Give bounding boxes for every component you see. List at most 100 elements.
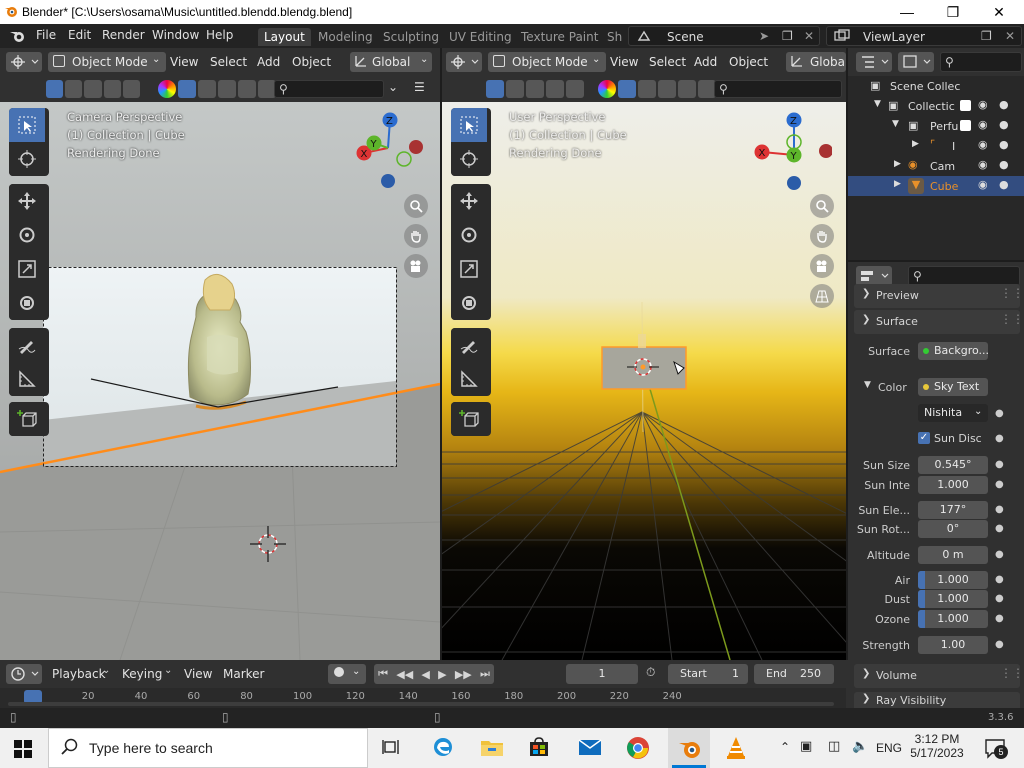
viewport-menu-add[interactable]: Add xyxy=(257,55,280,69)
select-extend-icon[interactable] xyxy=(506,80,524,98)
wireframe-shading-icon[interactable] xyxy=(618,80,636,98)
remove-view-layer-icon[interactable]: ✕ xyxy=(1005,29,1015,43)
scale-tool[interactable] xyxy=(451,252,487,286)
property-value-field[interactable]: 1.000 xyxy=(918,476,988,494)
chrome-icon[interactable] xyxy=(626,736,650,760)
viewport-menu-view[interactable]: View xyxy=(610,55,638,69)
outliner-search-field[interactable]: ⚲ xyxy=(940,52,1022,72)
keyframe-dot-icon[interactable]: ● xyxy=(995,479,1004,490)
select-invert-icon[interactable] xyxy=(103,80,121,98)
stopwatch-icon[interactable]: ⏱ xyxy=(646,665,655,680)
keyframe-dot-icon[interactable]: ● xyxy=(995,523,1004,534)
viewport-menu-view[interactable]: View xyxy=(170,55,198,69)
play-reverse-icon[interactable]: ◀ xyxy=(421,668,429,681)
editor-type-button[interactable] xyxy=(446,52,482,72)
close-window-button[interactable]: ✕ xyxy=(976,0,1022,24)
move-tool[interactable] xyxy=(451,184,487,218)
cursor-tool[interactable] xyxy=(9,142,45,176)
panel-preview[interactable]: ❯ Preview ⋮⋮ xyxy=(854,284,1024,308)
outliner-row-scene-collection[interactable]: ▣ Scene Collec xyxy=(848,76,1024,96)
blender-taskbar-button[interactable] xyxy=(668,728,710,768)
wireframe-shading-icon[interactable] xyxy=(178,80,196,98)
keyframe-dot-icon[interactable]: ● xyxy=(995,433,1004,444)
ortho-grid-icon[interactable] xyxy=(810,284,834,308)
property-value-field[interactable]: 0 m xyxy=(918,546,988,564)
keyframe-dot-icon[interactable]: ● xyxy=(995,504,1004,515)
property-value-field[interactable]: 1.000 xyxy=(918,610,988,628)
remove-scene-icon[interactable]: ✕ xyxy=(804,29,814,43)
panel-surface[interactable]: ❯ Surface ⋮⋮ xyxy=(854,310,1024,334)
volume-icon[interactable]: 🔈 xyxy=(852,739,868,754)
drag-handle-icon[interactable]: ⋮⋮ xyxy=(1000,666,1024,680)
tray-overflow-icon[interactable]: ⌃ xyxy=(780,740,790,754)
cursor-tool[interactable] xyxy=(451,142,487,176)
add-cube-tool[interactable] xyxy=(451,402,487,436)
timeline-editor-type-button[interactable] xyxy=(6,664,42,684)
outliner-editor-type-button[interactable] xyxy=(856,52,892,72)
timeline-menu-keying[interactable]: Keying xyxy=(122,667,162,681)
file-explorer-icon[interactable] xyxy=(480,736,504,758)
display-icon[interactable]: ◫ xyxy=(828,739,840,754)
property-value-field[interactable]: 177° xyxy=(918,501,988,519)
mode-dropdown[interactable]: Object Mode ⌄ xyxy=(48,52,166,72)
zoom-icon[interactable] xyxy=(810,194,834,218)
solid-shading-icon[interactable] xyxy=(638,80,656,98)
select-subtract-icon[interactable] xyxy=(84,80,102,98)
sky-type-dropdown[interactable]: Nishita ⌄ xyxy=(918,404,988,422)
play-icon[interactable]: ▶ xyxy=(438,668,446,681)
annotate-tool[interactable] xyxy=(9,328,45,362)
keyframe-dot-icon[interactable]: ● xyxy=(995,408,1004,419)
edge-browser-icon[interactable] xyxy=(432,736,454,758)
eye-icon[interactable]: ◉ xyxy=(978,178,988,191)
tab-uv-editing[interactable]: UV Editing xyxy=(443,28,518,46)
camera-render-icon[interactable]: ● xyxy=(999,118,1009,131)
viewport-menu-object[interactable]: Object xyxy=(729,55,768,69)
property-value-field[interactable]: 0° xyxy=(918,520,988,538)
scene-selector[interactable]: Scene ➤ ❐ ✕ xyxy=(628,26,820,46)
camera-view-icon[interactable] xyxy=(810,254,834,278)
select-new-icon[interactable] xyxy=(46,80,64,98)
vlc-icon[interactable] xyxy=(724,736,748,760)
tab-texture-paint[interactable]: Texture Paint xyxy=(515,28,604,46)
menu-help[interactable]: Help xyxy=(206,28,233,42)
measure-tool[interactable] xyxy=(9,362,45,396)
eye-icon[interactable]: ◉ xyxy=(978,98,988,111)
windows-start-icon[interactable] xyxy=(14,740,32,758)
tab-sculpting[interactable]: Sculpting xyxy=(377,28,445,46)
maximize-button[interactable]: ❐ xyxy=(930,0,976,24)
panel-ray-visibility[interactable]: ❯ Ray Visibility xyxy=(854,692,1020,708)
editor-type-button[interactable] xyxy=(6,52,42,72)
view-layer-selector[interactable]: ViewLayer ❐ ✕ xyxy=(826,26,1022,46)
select-intersect-icon[interactable] xyxy=(566,80,584,98)
rendered-shading-icon[interactable] xyxy=(238,80,256,98)
viewport-menu-object[interactable]: Object xyxy=(292,55,331,69)
timeline-menu-playback[interactable]: Playback xyxy=(52,667,106,681)
new-view-layer-icon[interactable]: ❐ xyxy=(981,29,992,43)
camera-render-icon[interactable]: ● xyxy=(999,138,1009,151)
mail-icon[interactable] xyxy=(578,737,602,757)
rendered-shading-icon[interactable] xyxy=(678,80,696,98)
select-invert-icon[interactable] xyxy=(546,80,564,98)
start-frame-field[interactable]: Start 1 xyxy=(668,664,748,684)
taskbar-search-box[interactable]: Type here to search xyxy=(48,728,368,768)
navigation-gizmo[interactable]: Z X Y xyxy=(350,110,430,192)
jump-end-icon[interactable]: ⏭ xyxy=(480,667,490,681)
taskbar-clock[interactable]: 3:12 PM 5/17/2023 xyxy=(904,730,970,766)
camera-render-icon[interactable]: ● xyxy=(999,158,1009,171)
properties-editor-type-button[interactable] xyxy=(856,266,892,286)
sun-disc-checkbox[interactable]: ✓ xyxy=(918,432,930,444)
new-scene-icon[interactable]: ❐ xyxy=(782,29,793,43)
select-subtract-icon[interactable] xyxy=(526,80,544,98)
color-texture-field[interactable]: Sky Text xyxy=(918,378,988,396)
select-box-tool[interactable] xyxy=(451,108,487,142)
viewport-menu-select[interactable]: Select xyxy=(210,55,247,69)
material-shading-icon[interactable] xyxy=(658,80,676,98)
scale-tool[interactable] xyxy=(9,252,45,286)
task-view-icon[interactable] xyxy=(382,738,400,756)
keyframe-dot-icon[interactable]: ● xyxy=(995,459,1004,470)
expand-arrow-icon[interactable]: ▶ xyxy=(894,179,901,189)
expand-arrow-icon[interactable]: ▶ xyxy=(894,159,901,169)
transform-tool[interactable] xyxy=(451,286,487,320)
checkbox-icon[interactable] xyxy=(960,120,971,131)
pin-icon[interactable]: ➤ xyxy=(759,29,769,43)
